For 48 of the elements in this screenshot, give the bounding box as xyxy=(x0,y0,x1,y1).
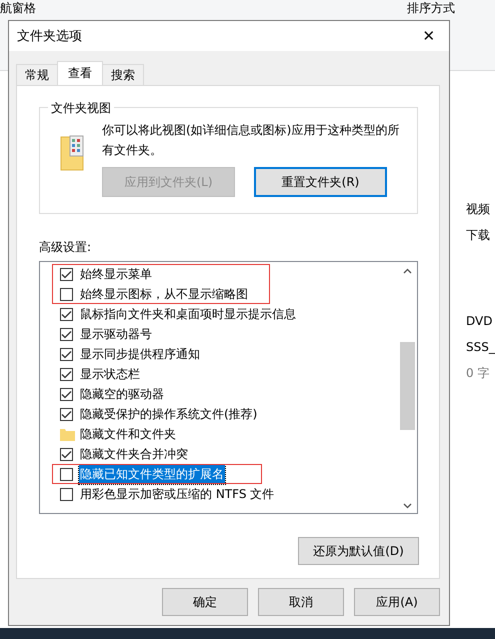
setting-label[interactable]: 用彩色显示加密或压缩的 NTFS 文件 xyxy=(79,484,276,504)
group-title: 文件夹视图 xyxy=(48,100,114,117)
close-button[interactable]: ✕ xyxy=(409,21,449,51)
setting-label[interactable]: 显示同步提供程序通知 xyxy=(79,344,201,364)
checkbox[interactable] xyxy=(60,468,73,480)
tab[interactable]: 查看 xyxy=(57,61,103,85)
checkbox[interactable] xyxy=(60,268,73,280)
setting-label[interactable]: 显示驱动器号 xyxy=(79,324,153,344)
tab[interactable]: 常规 xyxy=(16,64,58,85)
window-title: 文件夹选项 xyxy=(17,28,82,45)
dialog-button[interactable]: 确定 xyxy=(162,588,248,616)
background-text: SSS_ xyxy=(466,340,495,355)
folder-icon xyxy=(60,428,75,440)
background-text: 排序方式 xyxy=(407,1,455,16)
background-text: DVD xyxy=(466,314,492,329)
checkbox[interactable] xyxy=(60,408,73,420)
folder-view-button[interactable]: 重置文件夹(R) xyxy=(254,167,387,197)
setting-label[interactable]: 隐藏已知文件类型的扩展名 xyxy=(79,464,225,484)
scroll-up-icon[interactable] xyxy=(403,268,412,274)
checkbox[interactable] xyxy=(60,308,73,320)
restore-defaults-button[interactable]: 还原为默认值(D) xyxy=(298,537,419,565)
section-label: 高级设置: xyxy=(39,239,92,256)
background-text: 航窗格 xyxy=(0,1,36,16)
folder-icon xyxy=(60,133,84,171)
scrollbar-thumb[interactable] xyxy=(400,342,415,430)
checkbox[interactable] xyxy=(60,288,73,300)
checkbox[interactable] xyxy=(60,328,73,340)
background-text: 下载 xyxy=(466,228,490,243)
description-text: 你可以将此视图(如详细信息或图标)应用于这种类型的所有文件夹。 xyxy=(102,122,400,159)
setting-label[interactable]: 始终显示菜单 xyxy=(79,264,153,284)
checkbox[interactable] xyxy=(60,368,73,380)
background-text: 视频 xyxy=(466,202,490,217)
dialog-button[interactable]: 取消 xyxy=(258,588,344,616)
setting-label[interactable]: 始终显示图标，从不显示缩略图 xyxy=(79,284,249,304)
setting-label[interactable]: 显示状态栏 xyxy=(79,364,141,384)
checkbox[interactable] xyxy=(60,448,73,460)
setting-label[interactable]: 隐藏受保护的操作系统文件(推荐) xyxy=(79,404,258,424)
setting-label[interactable]: 隐藏文件和文件夹 xyxy=(79,424,177,444)
checkbox[interactable] xyxy=(60,488,73,500)
setting-label[interactable]: 鼠标指向文件夹和桌面项时显示提示信息 xyxy=(79,304,297,324)
tab[interactable]: 搜索 xyxy=(102,64,144,85)
checkbox[interactable] xyxy=(60,388,73,400)
setting-label[interactable]: 隐藏空的驱动器 xyxy=(79,384,165,404)
background-text: 0 字 xyxy=(466,366,490,381)
checkbox[interactable] xyxy=(60,348,73,360)
dialog-button[interactable]: 应用(A) xyxy=(354,588,440,616)
setting-label[interactable]: 隐藏文件夹合并冲突 xyxy=(79,444,189,464)
scroll-down-icon[interactable] xyxy=(403,503,412,509)
